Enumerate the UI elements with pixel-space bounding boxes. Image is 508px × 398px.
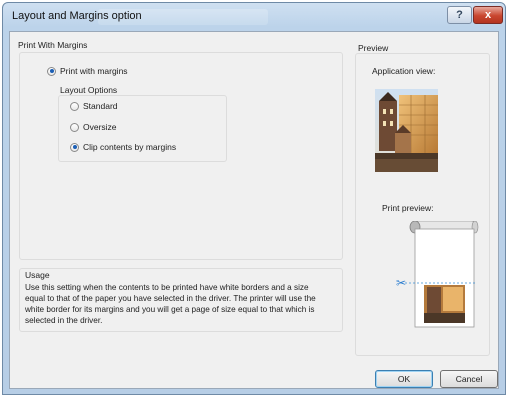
print-preview-image [405,221,479,328]
cancel-button[interactable]: Cancel [440,370,498,388]
clip-contents-radio[interactable] [70,142,79,152]
close-icon: x [484,9,492,21]
layout-option-clip-contents[interactable]: Clip contents by margins [70,142,176,152]
print-with-margins-label: Print with margins [60,66,128,76]
application-view-label: Application view: [372,66,436,76]
print-preview-label: Print preview: [382,203,434,213]
layout-option-standard[interactable]: Standard [70,101,118,111]
close-button[interactable]: x [473,6,503,24]
print-with-margins-radio[interactable]: Print with margins [47,66,128,76]
layout-option-oversize[interactable]: Oversize [70,122,117,132]
print-with-margins-radio-dot[interactable] [47,66,56,76]
layout-options-group-title: Layout Options [60,85,118,95]
help-icon: ? [456,9,463,21]
preview-group-title: Preview [358,43,389,53]
dialog-client-area: Print With Margins Print with margins La… [9,31,499,389]
scissors-icon: ✂ [396,276,407,290]
oversize-radio[interactable] [70,122,79,132]
standard-label: Standard [83,101,118,111]
usage-group-title: Usage [25,270,50,280]
help-button[interactable]: ? [447,6,472,24]
window-title: Layout and Margins option [12,10,142,22]
dialog-window: Layout and Margins option ? x Print With… [2,2,506,395]
ok-button[interactable]: OK [375,370,433,388]
usage-description: Use this setting when the contents to be… [25,283,316,325]
oversize-label: Oversize [83,122,117,132]
title-bar[interactable]: Layout and Margins option ? x [3,3,505,31]
print-with-margins-group-title: Print With Margins [18,40,88,50]
application-view-image [375,89,438,172]
clip-contents-label: Clip contents by margins [83,142,177,152]
standard-radio[interactable] [70,101,79,111]
